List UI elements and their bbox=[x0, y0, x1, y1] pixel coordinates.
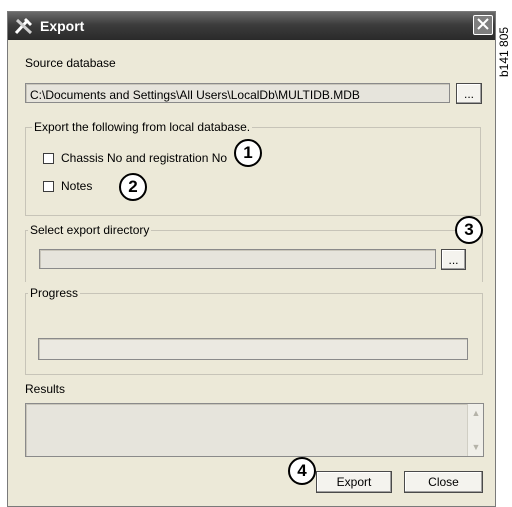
title-bar: Export bbox=[8, 12, 495, 40]
results-box: ▲ ▼ bbox=[25, 403, 484, 457]
scroll-up-icon[interactable]: ▲ bbox=[469, 406, 483, 420]
chassis-option-label: Chassis No and registration No bbox=[61, 151, 228, 165]
progress-title: Progress bbox=[28, 286, 81, 300]
results-scrollbar[interactable]: ▲ ▼ bbox=[467, 404, 483, 456]
close-window-button[interactable] bbox=[473, 15, 493, 35]
export-directory-field[interactable] bbox=[39, 249, 436, 269]
chassis-checkbox[interactable] bbox=[43, 153, 54, 164]
source-browse-button[interactable]: ... bbox=[456, 83, 482, 104]
close-icon bbox=[477, 17, 489, 33]
callout-1: 1 bbox=[234, 139, 262, 167]
source-database-field[interactable]: C:\Documents and Settings\All Users\Loca… bbox=[25, 83, 450, 103]
scroll-down-icon[interactable]: ▼ bbox=[469, 440, 483, 454]
callout-4: 4 bbox=[288, 457, 316, 485]
figure-reference-label: b141 805 bbox=[497, 26, 511, 77]
progress-group: Progress bbox=[25, 286, 483, 375]
directory-browse-button[interactable]: ... bbox=[441, 249, 466, 270]
export-button[interactable]: Export bbox=[316, 471, 392, 493]
source-database-path: C:\Documents and Settings\All Users\Loca… bbox=[30, 88, 360, 102]
notes-checkbox[interactable] bbox=[43, 181, 54, 192]
source-database-label: Source database bbox=[25, 56, 116, 70]
window-title: Export bbox=[40, 18, 85, 34]
export-dialog: Export Source database C:\Documents and … bbox=[7, 11, 496, 507]
notes-option-label: Notes bbox=[61, 179, 93, 193]
export-tools-icon bbox=[12, 15, 38, 37]
export-directory-title: Select export directory bbox=[28, 223, 152, 237]
callout-2: 2 bbox=[119, 173, 147, 201]
results-label: Results bbox=[25, 382, 66, 396]
export-options-title: Export the following from local database… bbox=[32, 120, 253, 134]
progress-bar bbox=[38, 338, 468, 360]
callout-3: 3 bbox=[455, 216, 483, 244]
close-button[interactable]: Close bbox=[404, 471, 483, 493]
